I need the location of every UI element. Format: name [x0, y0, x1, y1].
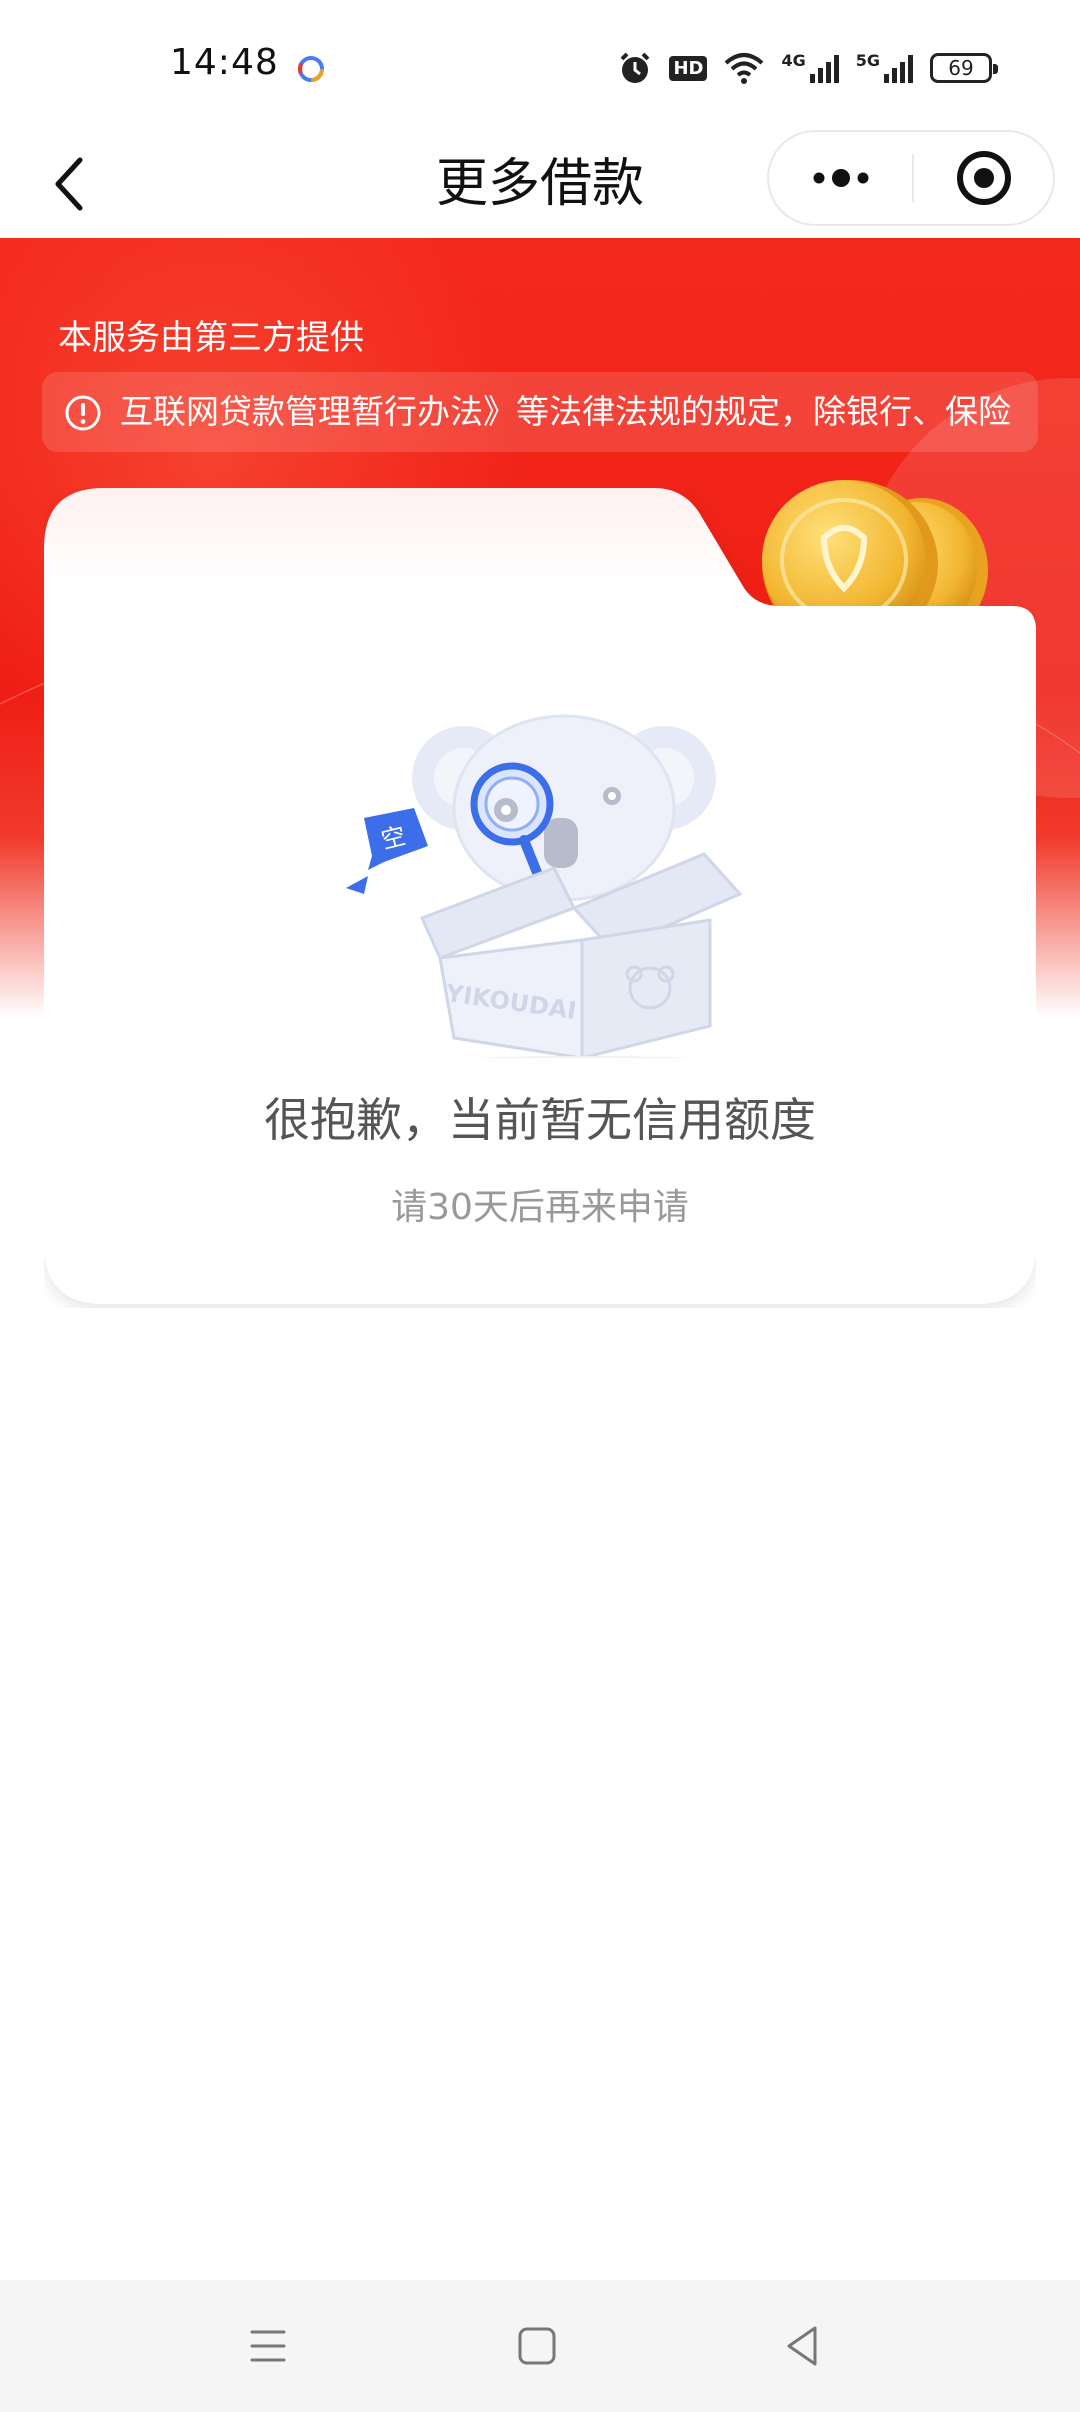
empty-state-title: 很抱歉，当前暂无信用额度	[264, 1093, 816, 1147]
signal-5g-label: 5G	[855, 50, 880, 70]
status-bar: 14:48 HD 4G 5G 69	[0, 0, 1080, 130]
mini-program-capsule	[767, 130, 1055, 226]
signal-5g-icon	[884, 55, 913, 83]
notice-bar[interactable]: 互联网贷款管理暂行办法》等法律法规的规定，除银行、保险	[42, 372, 1038, 452]
battery-icon: 69	[930, 53, 998, 83]
signal-4g-icon	[809, 55, 839, 83]
back-triangle-icon[interactable]	[773, 2316, 833, 2376]
alarm-icon	[621, 52, 650, 83]
hd-icon: HD	[669, 55, 708, 81]
menu-lines-icon[interactable]	[238, 2316, 298, 2376]
battery-level: 69	[948, 56, 974, 80]
status-icons: HD 4G 5G 69	[617, 46, 998, 90]
koala-empty-box-illustration: 空 YIKOUDAI	[346, 714, 743, 1058]
status-time: 14:48	[170, 42, 279, 83]
more-dots-icon[interactable]	[769, 132, 913, 224]
close-target-icon[interactable]	[914, 132, 1054, 224]
home-square-icon[interactable]	[507, 2316, 567, 2376]
signal-4g-label: 4G	[781, 50, 806, 70]
baidu-icon	[298, 56, 324, 82]
empty-state-card: 空 YIKOUDAI 很抱歉，当前暂无信用额度 请30天后再来申请	[44, 488, 1036, 1308]
system-nav-bar	[0, 2280, 1080, 2412]
warning-circle-icon	[65, 395, 101, 431]
nav-bar: 更多借款	[0, 130, 1080, 238]
provider-note: 本服务由第三方提供	[58, 318, 364, 358]
notice-text: 互联网贷款管理暂行办法》等法律法规的规定，除银行、保险	[120, 392, 1011, 431]
wifi-icon	[725, 53, 764, 84]
empty-state-subtitle: 请30天后再来申请	[391, 1187, 689, 1228]
